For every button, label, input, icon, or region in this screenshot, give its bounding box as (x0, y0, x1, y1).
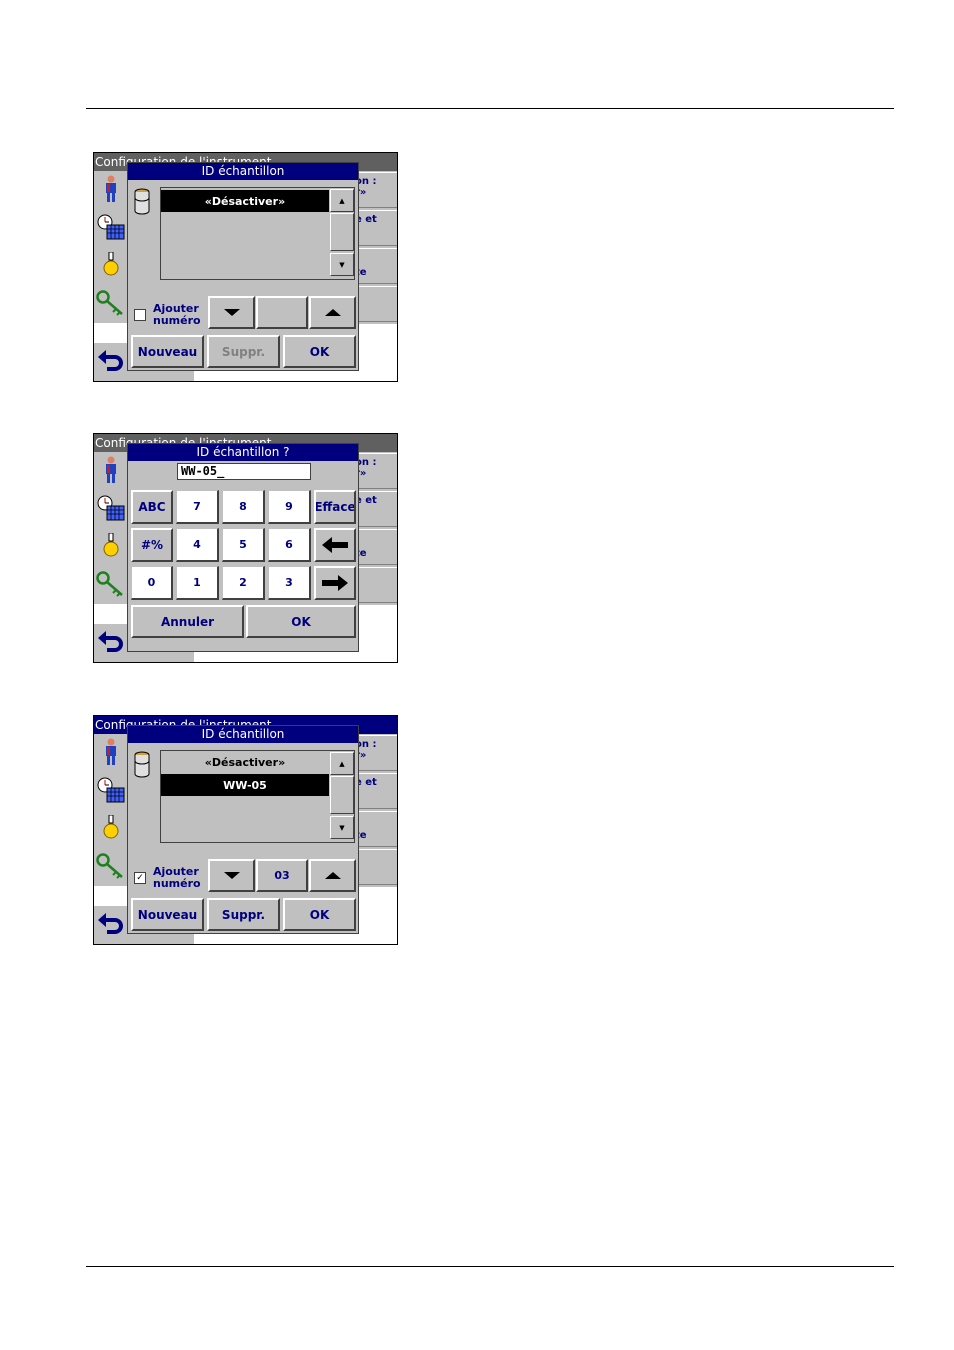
lamp-icon[interactable] (94, 528, 127, 564)
clock-calendar-icon[interactable] (94, 209, 127, 245)
arrow-down-icon (223, 309, 240, 316)
key-7[interactable]: 7 (176, 490, 219, 524)
lamp-icon[interactable] (94, 247, 127, 283)
sample-id-dialog: ID échantillon «Désactiver» WW-05 ▲ ▼ ✓ … (127, 725, 359, 934)
increment-button[interactable] (309, 296, 356, 329)
key-0[interactable]: 0 (131, 566, 173, 600)
backspace-button[interactable] (314, 528, 356, 562)
sample-vial-icon (133, 751, 151, 782)
sample-id-entry-dialog: ID échantillon ? WW-05_ ABC 7 8 9 Efface… (127, 443, 359, 652)
sidebar (94, 734, 127, 944)
key-3[interactable]: 3 (268, 566, 311, 600)
sample-id-dialog: ID échantillon «Désactiver» ▲ ▼ Ajouter … (127, 162, 359, 371)
person-icon[interactable] (94, 734, 127, 770)
key-4[interactable]: 4 (176, 528, 219, 562)
lamp-icon[interactable] (94, 810, 127, 846)
list-scrollbar[interactable]: ▲ ▼ (330, 188, 354, 279)
back-arrow-icon[interactable] (94, 624, 127, 660)
person-icon[interactable] (94, 452, 127, 488)
ok-button[interactable]: OK (283, 898, 356, 931)
decrement-button[interactable] (208, 296, 255, 329)
add-number-label-2: numéro (153, 877, 201, 890)
right-arrow-icon (322, 575, 348, 591)
list-item[interactable]: WW-05 (161, 774, 329, 796)
key-1[interactable]: 1 (176, 566, 219, 600)
counter-field (256, 296, 308, 329)
key-5[interactable]: 5 (222, 528, 265, 562)
ok-button[interactable]: OK (246, 605, 356, 638)
key-2[interactable]: 2 (222, 566, 265, 600)
bottom-rule (86, 1266, 894, 1267)
key-icon[interactable] (94, 566, 127, 602)
sample-id-list[interactable]: «Désactiver» ▲ ▼ (160, 187, 355, 280)
new-button[interactable]: Nouveau (131, 335, 204, 368)
add-number-label-2: numéro (153, 314, 201, 327)
person-icon[interactable] (94, 171, 127, 207)
arrow-down-icon (223, 872, 240, 879)
delete-button[interactable]: Suppr. (207, 335, 280, 368)
key-6[interactable]: 6 (268, 528, 311, 562)
cursor-right-button[interactable] (314, 566, 356, 600)
cancel-button[interactable]: Annuler (131, 605, 244, 638)
screenshot-1: Configuration de l'instrument on : r» e … (93, 152, 398, 382)
key-symbols[interactable]: #% (131, 528, 173, 562)
top-rule (86, 108, 894, 109)
key-icon[interactable] (94, 285, 127, 321)
scroll-thumb[interactable] (330, 213, 354, 251)
screenshot-2: Configuration de l'instrument on : r» e … (93, 433, 398, 663)
arrow-up-icon (324, 872, 341, 879)
counter-field: 03 (256, 859, 308, 892)
dialog-title: ID échantillon (128, 726, 358, 743)
scroll-up-button[interactable]: ▲ (330, 752, 354, 775)
decrement-button[interactable] (208, 859, 255, 892)
sidebar (94, 171, 127, 381)
key-9[interactable]: 9 (268, 490, 311, 524)
add-number-checkbox[interactable]: ✓ (134, 872, 146, 884)
key-8[interactable]: 8 (222, 490, 265, 524)
back-arrow-icon[interactable] (94, 343, 127, 379)
dialog-title: ID échantillon ? (128, 444, 358, 461)
scroll-down-button[interactable]: ▼ (330, 816, 354, 839)
sample-id-list[interactable]: «Désactiver» WW-05 ▲ ▼ (160, 750, 355, 843)
clock-calendar-icon[interactable] (94, 490, 127, 526)
clock-calendar-icon[interactable] (94, 772, 127, 808)
erase-button[interactable]: Efface (314, 490, 356, 524)
screenshot-3: Configuration de l'instrument on : r» e … (93, 715, 398, 945)
left-arrow-icon (322, 537, 348, 553)
arrow-up-icon (324, 309, 341, 316)
dialog-title: ID échantillon (128, 163, 358, 180)
list-item[interactable]: «Désactiver» (161, 190, 329, 212)
add-number-checkbox[interactable] (134, 309, 146, 321)
sample-vial-icon (133, 188, 151, 219)
sample-id-input[interactable]: WW-05_ (177, 463, 311, 480)
list-scrollbar[interactable]: ▲ ▼ (330, 751, 354, 842)
delete-button[interactable]: Suppr. (207, 898, 280, 931)
scroll-down-button[interactable]: ▼ (330, 253, 354, 276)
new-button[interactable]: Nouveau (131, 898, 204, 931)
back-arrow-icon[interactable] (94, 906, 127, 942)
list-item[interactable]: «Désactiver» (161, 751, 329, 773)
scroll-thumb[interactable] (330, 776, 354, 814)
sidebar (94, 452, 127, 662)
increment-button[interactable] (309, 859, 356, 892)
ok-button[interactable]: OK (283, 335, 356, 368)
key-icon[interactable] (94, 848, 127, 884)
key-abc[interactable]: ABC (131, 490, 173, 524)
scroll-up-button[interactable]: ▲ (330, 189, 354, 212)
